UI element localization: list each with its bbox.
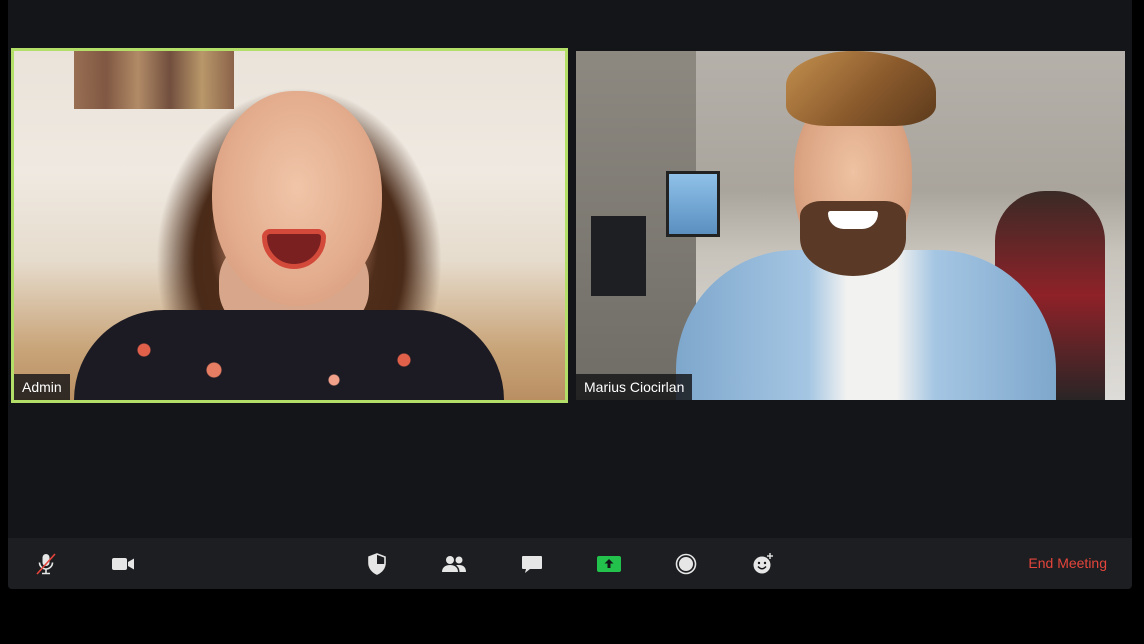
- chat-icon: [522, 556, 542, 573]
- chat-button[interactable]: [518, 550, 546, 578]
- video-tile-admin[interactable]: Admin: [11, 48, 568, 403]
- participants-button[interactable]: [440, 550, 468, 578]
- reactions-icon: [753, 553, 773, 574]
- participant-shirt: [74, 310, 504, 400]
- participant-smile: [828, 211, 878, 229]
- security-shield-icon: [368, 553, 386, 575]
- record-button[interactable]: [672, 550, 700, 578]
- meeting-window: Admin Marius Ciocirlan End Meeting: [8, 0, 1132, 589]
- microphone-muted-icon: [36, 553, 56, 575]
- security-button[interactable]: [363, 550, 391, 578]
- share-screen-icon: [597, 556, 621, 572]
- participant-face: [212, 91, 382, 306]
- participants-icon: [442, 556, 466, 572]
- video-tile-marius[interactable]: Marius Ciocirlan: [576, 51, 1125, 400]
- participant-name-tag: Marius Ciocirlan: [576, 374, 693, 400]
- share-screen-button[interactable]: [595, 550, 623, 578]
- background-monitor-screen: [666, 171, 720, 237]
- participant-hair: [786, 51, 936, 126]
- record-icon: [675, 553, 697, 575]
- video-camera-icon: [112, 558, 134, 570]
- meeting-toolbar: End Meeting: [8, 538, 1132, 589]
- participant-name-tag: Admin: [14, 374, 70, 400]
- mute-button[interactable]: [32, 550, 60, 578]
- background-bookshelf: [74, 51, 234, 109]
- video-button[interactable]: [109, 550, 137, 578]
- end-meeting-button[interactable]: End Meeting: [1028, 538, 1107, 589]
- reactions-button[interactable]: [749, 550, 777, 578]
- background-monitor: [591, 216, 646, 296]
